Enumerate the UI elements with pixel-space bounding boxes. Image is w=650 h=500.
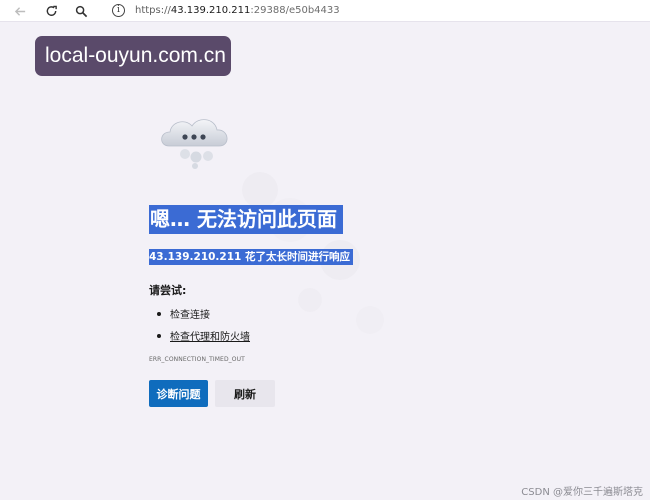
back-arrow-icon[interactable] — [12, 3, 28, 19]
bullet-icon — [157, 312, 161, 316]
cloud-icon — [161, 119, 228, 169]
error-code: ERR_CONNECTION_TIMED_OUT — [149, 356, 245, 363]
error-title: 嗯… 无法访问此页面 — [149, 205, 343, 234]
suggestion-text: 检查连接 — [170, 310, 210, 321]
refresh-button[interactable]: 刷新 — [215, 380, 275, 407]
csdn-credit: CSDN @爱你三千遍斯塔克 — [521, 487, 643, 498]
error-subtitle: 43.139.210.211 花了太长时间进行响应 — [149, 249, 353, 265]
suggestion-check-connection: 检查连接 — [157, 306, 210, 321]
diagnose-button[interactable]: 诊断问题 — [149, 380, 208, 407]
url-scheme: https:// — [135, 5, 171, 16]
info-icon[interactable]: i — [112, 4, 125, 17]
watermark-badge: local-ouyun.com.cn — [35, 36, 231, 76]
search-icon[interactable] — [73, 3, 89, 19]
reload-icon[interactable] — [43, 3, 59, 19]
bullet-icon — [157, 334, 161, 338]
suggestion-check-proxy-firewall[interactable]: 检查代理和防火墙 — [157, 328, 250, 343]
try-label: 请尝试: — [149, 284, 187, 297]
url-host: 43.139.210.211 — [170, 5, 251, 16]
address-bar[interactable]: https://43.139.210.211:29388/e50b4433 — [135, 4, 340, 17]
browser-toolbar: i https://43.139.210.211:29388/e50b4433 — [0, 0, 650, 22]
suggestion-link[interactable]: 检查代理和防火墙 — [170, 332, 250, 343]
url-path: :29388/e50b4433 — [250, 5, 340, 16]
